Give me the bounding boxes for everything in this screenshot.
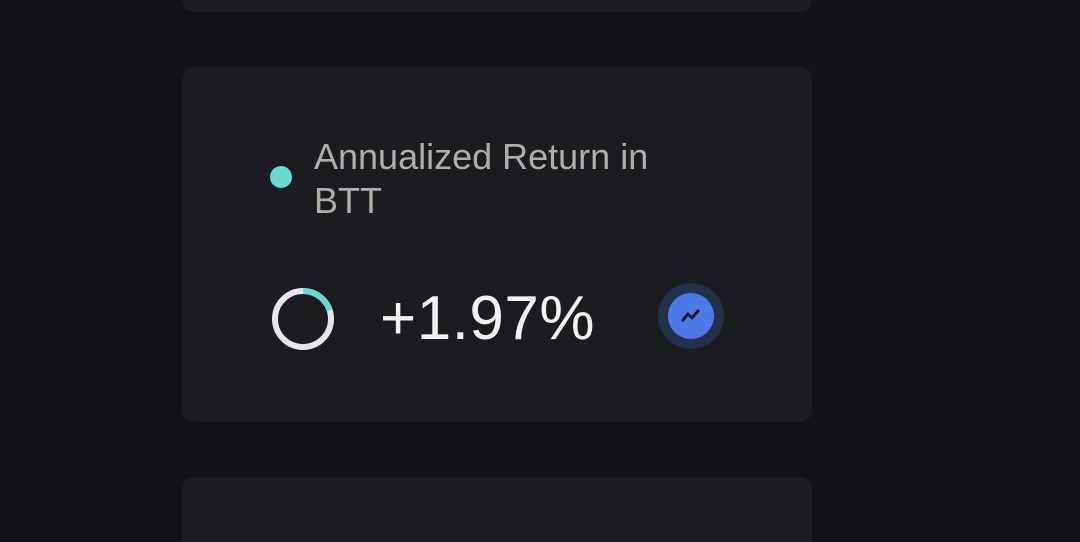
metric-label: Annualized Return in BTT [314, 136, 649, 221]
legend-dot-icon [270, 166, 292, 188]
page: Annualized Return in BTT +1.97% [0, 0, 1080, 542]
metric-value-row: +1.97% [270, 285, 595, 353]
previous-card [182, 0, 812, 12]
annualized-return-card: Annualized Return in BTT +1.97% [182, 67, 812, 422]
legend: Annualized Return in BTT [270, 135, 694, 223]
trend-chart-icon [681, 309, 700, 322]
trend-chart-button[interactable] [658, 283, 724, 349]
metric-value: +1.97% [380, 284, 596, 353]
progress-ring-icon [272, 288, 334, 350]
trend-chart-icon-bg [668, 293, 714, 339]
next-card [182, 477, 812, 542]
